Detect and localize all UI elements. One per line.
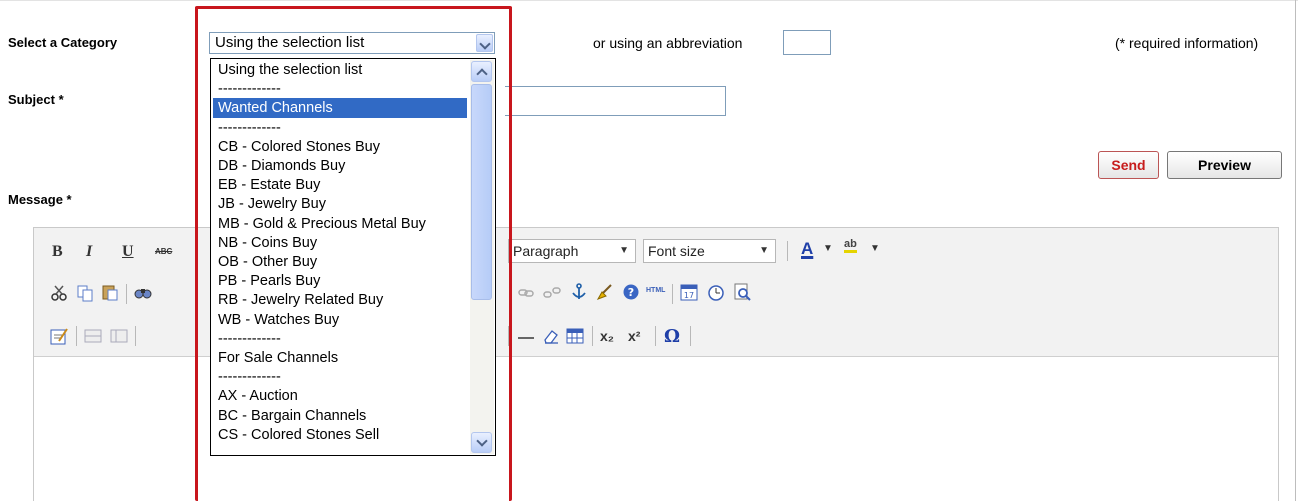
find-icon[interactable] [134,283,152,301]
subject-input[interactable] [505,86,726,116]
paste-icon[interactable] [101,283,119,301]
cleanup-icon[interactable] [596,283,614,301]
table-row-icon[interactable] [84,327,102,345]
svg-text:?: ? [628,286,634,299]
horizontal-rule-icon[interactable] [518,337,534,339]
fontsize-select-value: Font size [648,243,705,259]
highlight-box [195,6,512,501]
table-icon[interactable] [566,327,584,345]
toolbar-separator [655,326,656,346]
frame-right-border [1295,0,1296,501]
font-color-icon[interactable]: A [801,239,813,259]
toolbar-separator [787,241,788,261]
message-label: Message * [8,192,72,207]
visual-aid-icon[interactable] [50,327,68,345]
toolbar-separator [672,284,673,304]
link-icon[interactable] [517,284,535,302]
cut-icon[interactable] [50,284,68,302]
underline-button[interactable]: U [122,243,134,261]
toolbar-separator [592,326,593,346]
fontsize-select[interactable]: Font size ▼ [643,239,776,263]
send-button[interactable]: Send [1098,151,1159,179]
unlink-icon[interactable] [543,284,561,302]
toolbar-separator [126,284,127,304]
insert-time-icon[interactable] [707,284,725,302]
chevron-down-icon: ▼ [619,245,629,256]
abbreviation-label: or using an abbreviation [593,35,743,51]
category-label: Select a Category [8,35,118,50]
eraser-icon[interactable] [542,327,560,345]
chevron-down-icon[interactable]: ▼ [870,243,880,254]
frame-top-border [0,0,1298,1]
help-icon[interactable]: ? [622,283,640,301]
toolbar-separator [135,326,136,346]
required-info-note: (* required information) [1115,35,1259,51]
abbreviation-input[interactable] [783,30,831,55]
format-select-value: Paragraph [513,243,579,259]
toolbar-separator [690,326,691,346]
svg-text:17: 17 [684,291,694,300]
subscript-button[interactable]: x₂ [600,328,614,344]
anchor-icon[interactable] [570,283,588,301]
table-col-icon[interactable] [110,327,128,345]
copy-icon[interactable] [76,284,94,302]
html-source-button[interactable]: HTML [646,287,665,294]
insert-date-icon[interactable]: 17 [680,283,698,301]
chevron-down-icon: ▼ [759,245,769,256]
bold-button[interactable]: B [52,243,63,261]
special-char-button[interactable]: Ω [664,326,680,347]
preview-icon[interactable] [733,283,751,301]
strikethrough-button[interactable]: ABC [155,247,172,256]
chevron-down-icon[interactable]: ▼ [823,243,833,254]
italic-button[interactable]: I [86,243,92,261]
superscript-button[interactable]: x² [628,328,640,344]
toolbar-separator [76,326,77,346]
format-select[interactable]: Paragraph ▼ [508,239,636,263]
highlight-color-icon[interactable]: ab [844,238,857,253]
preview-button[interactable]: Preview [1167,151,1282,179]
subject-label: Subject * [8,92,64,107]
